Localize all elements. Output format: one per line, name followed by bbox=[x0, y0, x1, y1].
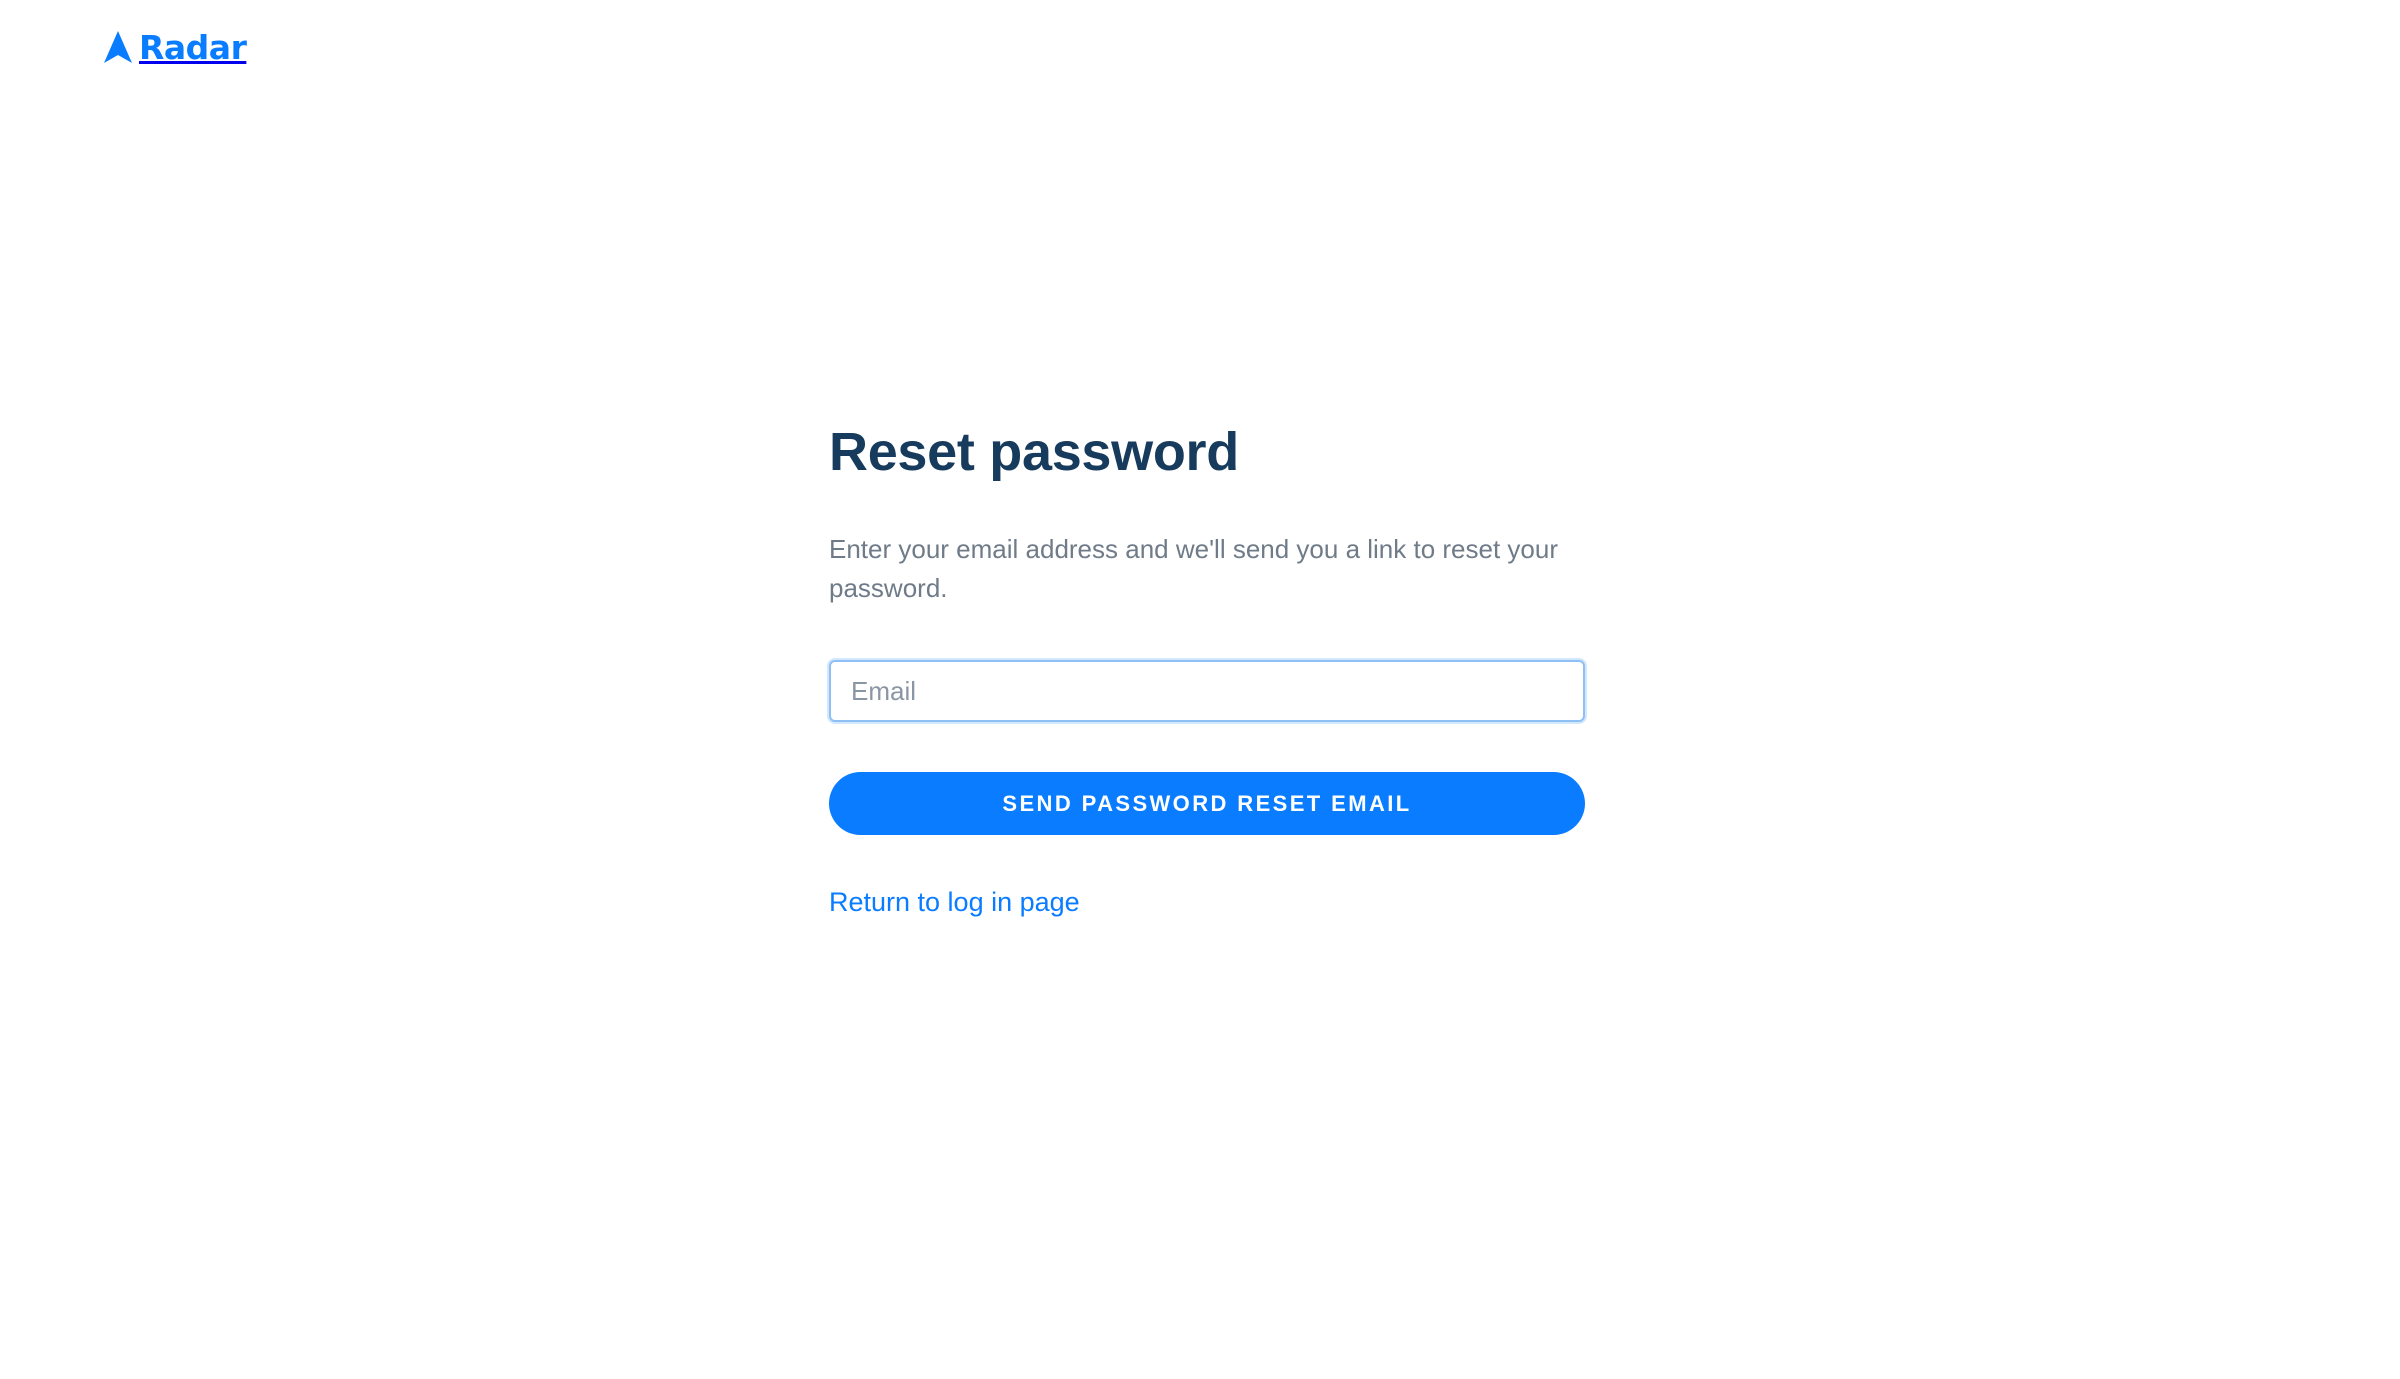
header: Radar bbox=[103, 25, 247, 69]
radar-arrow-icon bbox=[103, 30, 133, 64]
logo-text: Radar bbox=[139, 27, 247, 67]
page-title: Reset password bbox=[829, 422, 1239, 482]
instructions-text: Enter your email address and we'll send … bbox=[829, 534, 1559, 603]
radar-logo[interactable]: Radar bbox=[103, 27, 247, 67]
send-reset-email-button[interactable]: SEND PASSWORD RESET EMAIL bbox=[829, 772, 1585, 835]
reset-password-card: Reset password Enter your email address … bbox=[829, 418, 1585, 919]
return-to-login-link[interactable]: Return to log in page bbox=[829, 885, 1080, 919]
reset-password-page: Radar Reset password Enter your email ad… bbox=[0, 0, 2400, 1379]
email-input[interactable] bbox=[829, 660, 1585, 722]
